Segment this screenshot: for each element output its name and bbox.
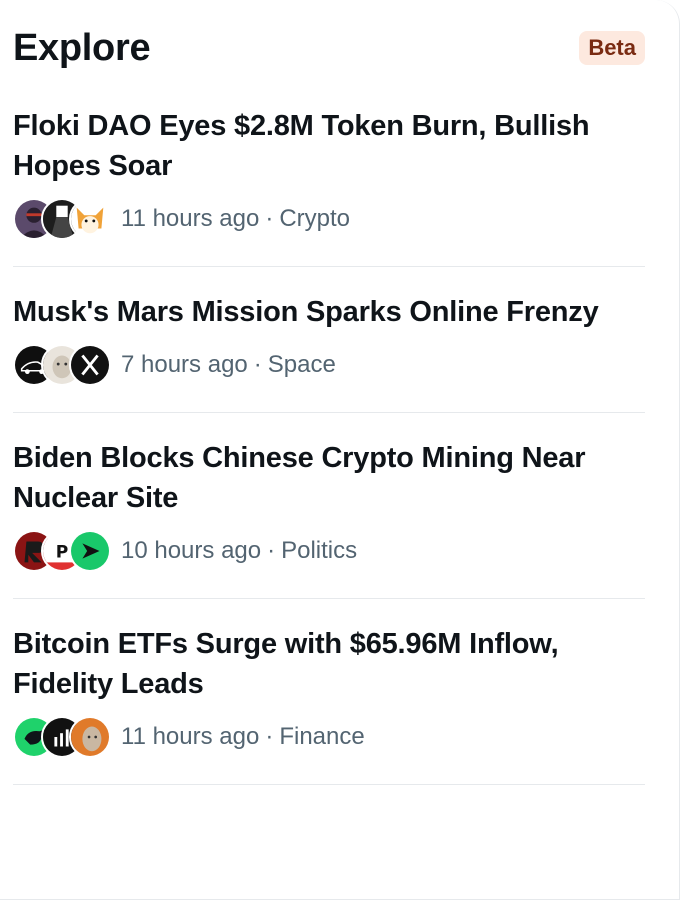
explore-panel: Explore Beta Floki DAO Eyes $2.8M Token … (0, 0, 680, 900)
trend-category: Crypto (279, 205, 351, 232)
meta-separator: · (253, 351, 262, 378)
trend-headline[interactable]: Floki DAO Eyes $2.8M Token Burn, Bullish… (13, 106, 645, 186)
trend-headline[interactable]: Musk's Mars Mission Sparks Online Frenzy (13, 292, 645, 332)
trend-item[interactable]: Floki DAO Eyes $2.8M Token Burn, Bullish… (13, 94, 645, 267)
avatar-stack (13, 198, 121, 240)
page-title: Explore (13, 26, 151, 69)
trend-category: Politics (281, 537, 358, 564)
trend-item[interactable]: Bitcoin ETFs Surge with $65.96M Inflow, … (13, 599, 645, 785)
trend-meta: 7 hours ago · Space (13, 344, 645, 386)
trend-meta: 11 hours ago · Finance (13, 716, 645, 758)
avatar-stack: P (13, 530, 121, 572)
trend-meta: P 10 hours ago · Politics (13, 530, 645, 572)
trend-list: Floki DAO Eyes $2.8M Token Burn, Bullish… (0, 94, 679, 785)
shiba-dog-avatar-icon (69, 198, 111, 240)
x-logo-avatar-icon (69, 344, 111, 386)
trend-category: Finance (279, 723, 365, 750)
meta-separator: · (267, 537, 276, 564)
trend-headline[interactable]: Bitcoin ETFs Surge with $65.96M Inflow, … (13, 624, 645, 704)
trend-time: 10 hours ago (121, 537, 262, 564)
trend-time: 7 hours ago (121, 351, 248, 378)
trend-item[interactable]: Biden Blocks Chinese Crypto Mining Near … (13, 413, 645, 599)
explore-header: Explore Beta (0, 0, 679, 72)
trend-meta: 11 hours ago · Crypto (13, 198, 645, 240)
trend-time: 11 hours ago (121, 723, 260, 750)
trend-category: Space (267, 351, 336, 378)
beta-badge: Beta (579, 31, 645, 65)
avatar-stack (13, 716, 121, 758)
trend-time: 11 hours ago (121, 205, 260, 232)
green-arrow-avatar-icon (69, 530, 111, 572)
avatar-stack (13, 344, 121, 386)
trend-item[interactable]: Musk's Mars Mission Sparks Online Frenzy… (13, 267, 645, 413)
svg-text:P: P (56, 543, 69, 563)
face-avatar-icon (69, 716, 111, 758)
trend-headline[interactable]: Biden Blocks Chinese Crypto Mining Near … (13, 438, 645, 518)
meta-separator: · (265, 723, 274, 750)
meta-separator: · (265, 205, 274, 232)
